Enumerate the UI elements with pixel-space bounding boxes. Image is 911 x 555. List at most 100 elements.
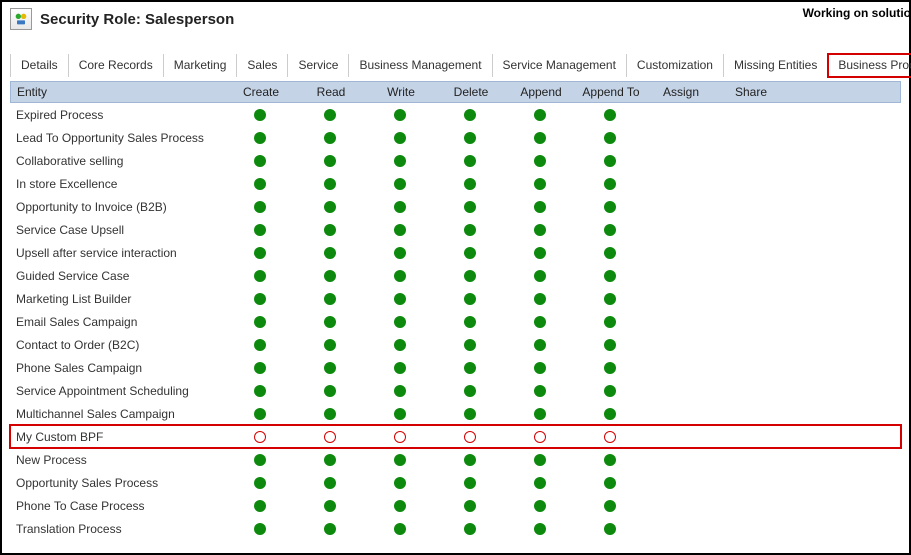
- entity-name[interactable]: Guided Service Case: [10, 269, 225, 283]
- permission-cell[interactable]: [575, 362, 645, 374]
- permission-cell[interactable]: [435, 247, 505, 259]
- permission-cell[interactable]: [505, 316, 575, 328]
- tab-business-management[interactable]: Business Management: [349, 54, 492, 77]
- permission-cell[interactable]: [295, 132, 365, 144]
- permission-cell[interactable]: [435, 500, 505, 512]
- permission-cell[interactable]: [575, 201, 645, 213]
- entity-name[interactable]: Translation Process: [10, 522, 225, 536]
- permission-cell[interactable]: [435, 201, 505, 213]
- permission-cell[interactable]: [225, 178, 295, 190]
- permission-cell[interactable]: [295, 523, 365, 535]
- entity-name[interactable]: Service Case Upsell: [10, 223, 225, 237]
- permission-cell[interactable]: [505, 385, 575, 397]
- permission-cell[interactable]: [575, 316, 645, 328]
- entity-name[interactable]: Phone Sales Campaign: [10, 361, 225, 375]
- permission-cell[interactable]: [225, 523, 295, 535]
- permission-cell[interactable]: [225, 339, 295, 351]
- permission-cell[interactable]: [505, 477, 575, 489]
- permission-cell[interactable]: [295, 178, 365, 190]
- permission-cell[interactable]: [365, 178, 435, 190]
- column-header-create[interactable]: Create: [226, 82, 296, 102]
- permission-cell[interactable]: [365, 270, 435, 282]
- permission-cell[interactable]: [225, 109, 295, 121]
- permission-cell[interactable]: [295, 339, 365, 351]
- permission-cell[interactable]: [365, 224, 435, 236]
- tab-service[interactable]: Service: [288, 54, 349, 77]
- permission-cell[interactable]: [225, 454, 295, 466]
- permission-cell[interactable]: [295, 201, 365, 213]
- permission-cell[interactable]: [435, 109, 505, 121]
- permission-cell[interactable]: [435, 178, 505, 190]
- permission-cell[interactable]: [435, 431, 505, 443]
- permission-cell[interactable]: [435, 316, 505, 328]
- permission-cell[interactable]: [505, 454, 575, 466]
- permission-cell[interactable]: [505, 362, 575, 374]
- entity-name[interactable]: Opportunity Sales Process: [10, 476, 225, 490]
- column-header-append-to[interactable]: Append To: [576, 82, 646, 102]
- permission-cell[interactable]: [365, 477, 435, 489]
- column-header-entity[interactable]: Entity: [11, 82, 226, 102]
- permission-cell[interactable]: [575, 132, 645, 144]
- entity-name[interactable]: Expired Process: [10, 108, 225, 122]
- permission-cell[interactable]: [575, 454, 645, 466]
- permission-cell[interactable]: [365, 454, 435, 466]
- permission-cell[interactable]: [225, 247, 295, 259]
- column-header-append[interactable]: Append: [506, 82, 576, 102]
- column-header-assign[interactable]: Assign: [646, 82, 716, 102]
- permission-cell[interactable]: [575, 477, 645, 489]
- permission-cell[interactable]: [575, 523, 645, 535]
- permission-cell[interactable]: [435, 477, 505, 489]
- permission-cell[interactable]: [365, 362, 435, 374]
- permission-cell[interactable]: [365, 431, 435, 443]
- permission-cell[interactable]: [575, 224, 645, 236]
- permission-cell[interactable]: [505, 109, 575, 121]
- permission-cell[interactable]: [295, 316, 365, 328]
- permission-cell[interactable]: [365, 339, 435, 351]
- permission-cell[interactable]: [575, 247, 645, 259]
- permission-cell[interactable]: [575, 155, 645, 167]
- permission-cell[interactable]: [365, 293, 435, 305]
- permission-cell[interactable]: [435, 132, 505, 144]
- permission-cell[interactable]: [295, 454, 365, 466]
- column-header-share[interactable]: Share: [716, 82, 786, 102]
- permission-cell[interactable]: [505, 293, 575, 305]
- permission-cell[interactable]: [295, 362, 365, 374]
- entity-name[interactable]: Service Appointment Scheduling: [10, 384, 225, 398]
- permission-cell[interactable]: [295, 247, 365, 259]
- permission-cell[interactable]: [505, 431, 575, 443]
- permission-cell[interactable]: [505, 155, 575, 167]
- tab-missing-entities[interactable]: Missing Entities: [724, 54, 828, 77]
- permission-cell[interactable]: [295, 431, 365, 443]
- tab-marketing[interactable]: Marketing: [164, 54, 238, 77]
- permission-cell[interactable]: [365, 500, 435, 512]
- permission-cell[interactable]: [295, 270, 365, 282]
- permission-cell[interactable]: [365, 408, 435, 420]
- permission-cell[interactable]: [575, 109, 645, 121]
- permission-cell[interactable]: [295, 500, 365, 512]
- permission-cell[interactable]: [435, 155, 505, 167]
- permission-cell[interactable]: [575, 178, 645, 190]
- permission-cell[interactable]: [505, 500, 575, 512]
- permission-cell[interactable]: [575, 293, 645, 305]
- entity-name[interactable]: Marketing List Builder: [10, 292, 225, 306]
- permission-cell[interactable]: [505, 132, 575, 144]
- entity-name[interactable]: In store Excellence: [10, 177, 225, 191]
- permission-cell[interactable]: [505, 201, 575, 213]
- permission-cell[interactable]: [295, 385, 365, 397]
- tab-service-management[interactable]: Service Management: [493, 54, 627, 77]
- permission-cell[interactable]: [225, 477, 295, 489]
- tab-details[interactable]: Details: [10, 54, 69, 77]
- permission-cell[interactable]: [295, 293, 365, 305]
- permission-cell[interactable]: [575, 385, 645, 397]
- permission-cell[interactable]: [295, 408, 365, 420]
- permission-cell[interactable]: [225, 385, 295, 397]
- permission-cell[interactable]: [505, 523, 575, 535]
- permission-cell[interactable]: [225, 431, 295, 443]
- permission-cell[interactable]: [365, 385, 435, 397]
- permission-cell[interactable]: [575, 270, 645, 282]
- permission-cell[interactable]: [435, 523, 505, 535]
- permission-cell[interactable]: [225, 201, 295, 213]
- tab-customization[interactable]: Customization: [627, 54, 724, 77]
- tab-core-records[interactable]: Core Records: [69, 54, 164, 77]
- permission-cell[interactable]: [225, 500, 295, 512]
